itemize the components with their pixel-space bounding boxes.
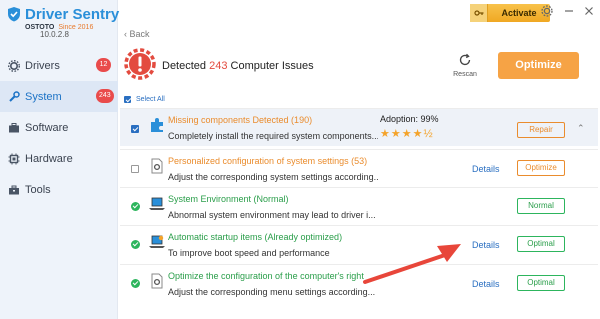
issue-desc: Completely install the required system c… [168,131,378,141]
gear-icon [8,59,20,72]
app-version: 10.0.2.8 [40,30,69,39]
select-all-box[interactable] [124,96,131,103]
sidebar-item-drivers[interactable]: Drivers 12 [0,50,118,81]
rating-stars: ★★★★½ [380,128,434,140]
issue-row-right-click-menu[interactable]: Optimize the configuration of the comput… [120,264,598,302]
wrench-icon [9,90,20,102]
briefcase-icon [9,122,19,132]
app-logo: Driver Sentry OSTOTO Since 2016 [6,6,120,46]
sidebar-item-label: Drivers [25,59,60,72]
issues-summary: Detected 243 Computer Issues [162,60,314,72]
issue-row-system-environment[interactable]: System Environment (Normal) Abnormal sys… [120,187,598,225]
sidebar-nav: Drivers 12 System 243 Software Hardware … [0,50,118,205]
close-icon[interactable] [581,3,597,19]
issue-desc: Adjust the corresponding menu settings a… [168,287,376,297]
select-all-checkbox[interactable]: Select All [124,96,165,103]
ok-check-icon [131,279,140,288]
issue-row-personalized-config[interactable]: Personalized configuration of system set… [120,149,598,187]
sidebar-item-software[interactable]: Software [0,112,118,143]
adoption-rate: Adoption: 99% [380,114,439,124]
sidebar-item-system[interactable]: System 243 [0,81,118,112]
issue-title: Optimize the configuration of the comput… [168,271,364,281]
details-link[interactable]: Details [472,164,500,174]
row-checkbox[interactable] [131,125,139,133]
normal-status-button[interactable]: Normal [517,198,565,214]
app-name: Driver Sentry [25,6,120,23]
puzzle-icon [151,118,163,132]
sidebar-item-label: Tools [25,183,51,196]
select-all-label: Select All [136,96,165,103]
issue-title: Automatic startup items (Already optimiz… [168,232,343,242]
optimize-button[interactable]: Optimize [498,52,579,79]
details-link[interactable]: Details [472,240,500,250]
chip-icon [8,153,20,164]
sidebar-item-label: Hardware [25,152,73,165]
issue-row-startup-items[interactable]: Automatic startup items (Already optimiz… [120,225,598,263]
settings-icon[interactable] [539,3,555,19]
key-icon [470,4,488,22]
sidebar-item-tools[interactable]: Tools [0,174,118,205]
details-link[interactable]: Details [472,279,500,289]
shield-logo-icon [8,7,20,22]
minimize-icon[interactable] [561,3,577,19]
issue-desc: Adjust the corresponding system settings… [168,172,378,182]
optimal-status-button[interactable]: Optimal [517,275,565,291]
chevron-left-icon: ‹ [124,29,127,39]
sidebar: Driver Sentry OSTOTO Since 2016 10.0.2.8 … [0,0,120,319]
back-link[interactable]: ‹ Back [124,29,150,39]
drivers-count-badge: 12 [96,58,111,72]
alert-gear-icon [124,48,156,80]
sidebar-item-label: Software [25,121,69,134]
optimize-item-button[interactable]: Optimize [517,160,565,176]
ok-check-icon [131,240,140,249]
rescan-button[interactable]: Rescan [449,53,481,83]
issue-desc: To improve boot speed and performance [168,248,330,258]
refresh-icon [459,53,471,66]
issue-desc: Abnormal system environment may lead to … [168,210,376,220]
menu-doc-icon [151,273,163,289]
startup-laptop-icon [149,235,165,248]
rescan-label: Rescan [453,71,477,78]
title-bar: Activate [118,0,600,26]
issue-title: System Environment (Normal) [168,194,289,204]
optimal-status-button[interactable]: Optimal [517,236,565,252]
sidebar-item-label: System [25,90,62,103]
ok-check-icon [131,202,140,211]
issues-count: 243 [209,60,228,72]
issue-title: Personalized configuration of system set… [168,156,368,166]
chevron-up-icon[interactable]: ⌃ [577,123,585,134]
row-checkbox[interactable] [131,165,139,173]
issue-row-missing-components[interactable]: Missing components Detected (190) Comple… [120,108,598,146]
issue-title: Missing components Detected (190) [168,115,313,125]
repair-button[interactable]: Repair [517,122,565,138]
laptop-icon [149,197,165,210]
system-count-badge: 243 [96,89,114,103]
settings-doc-icon [151,158,163,174]
toolbox-icon [9,185,19,194]
activate-button[interactable]: Activate [470,4,550,22]
sidebar-item-hardware[interactable]: Hardware [0,143,118,174]
